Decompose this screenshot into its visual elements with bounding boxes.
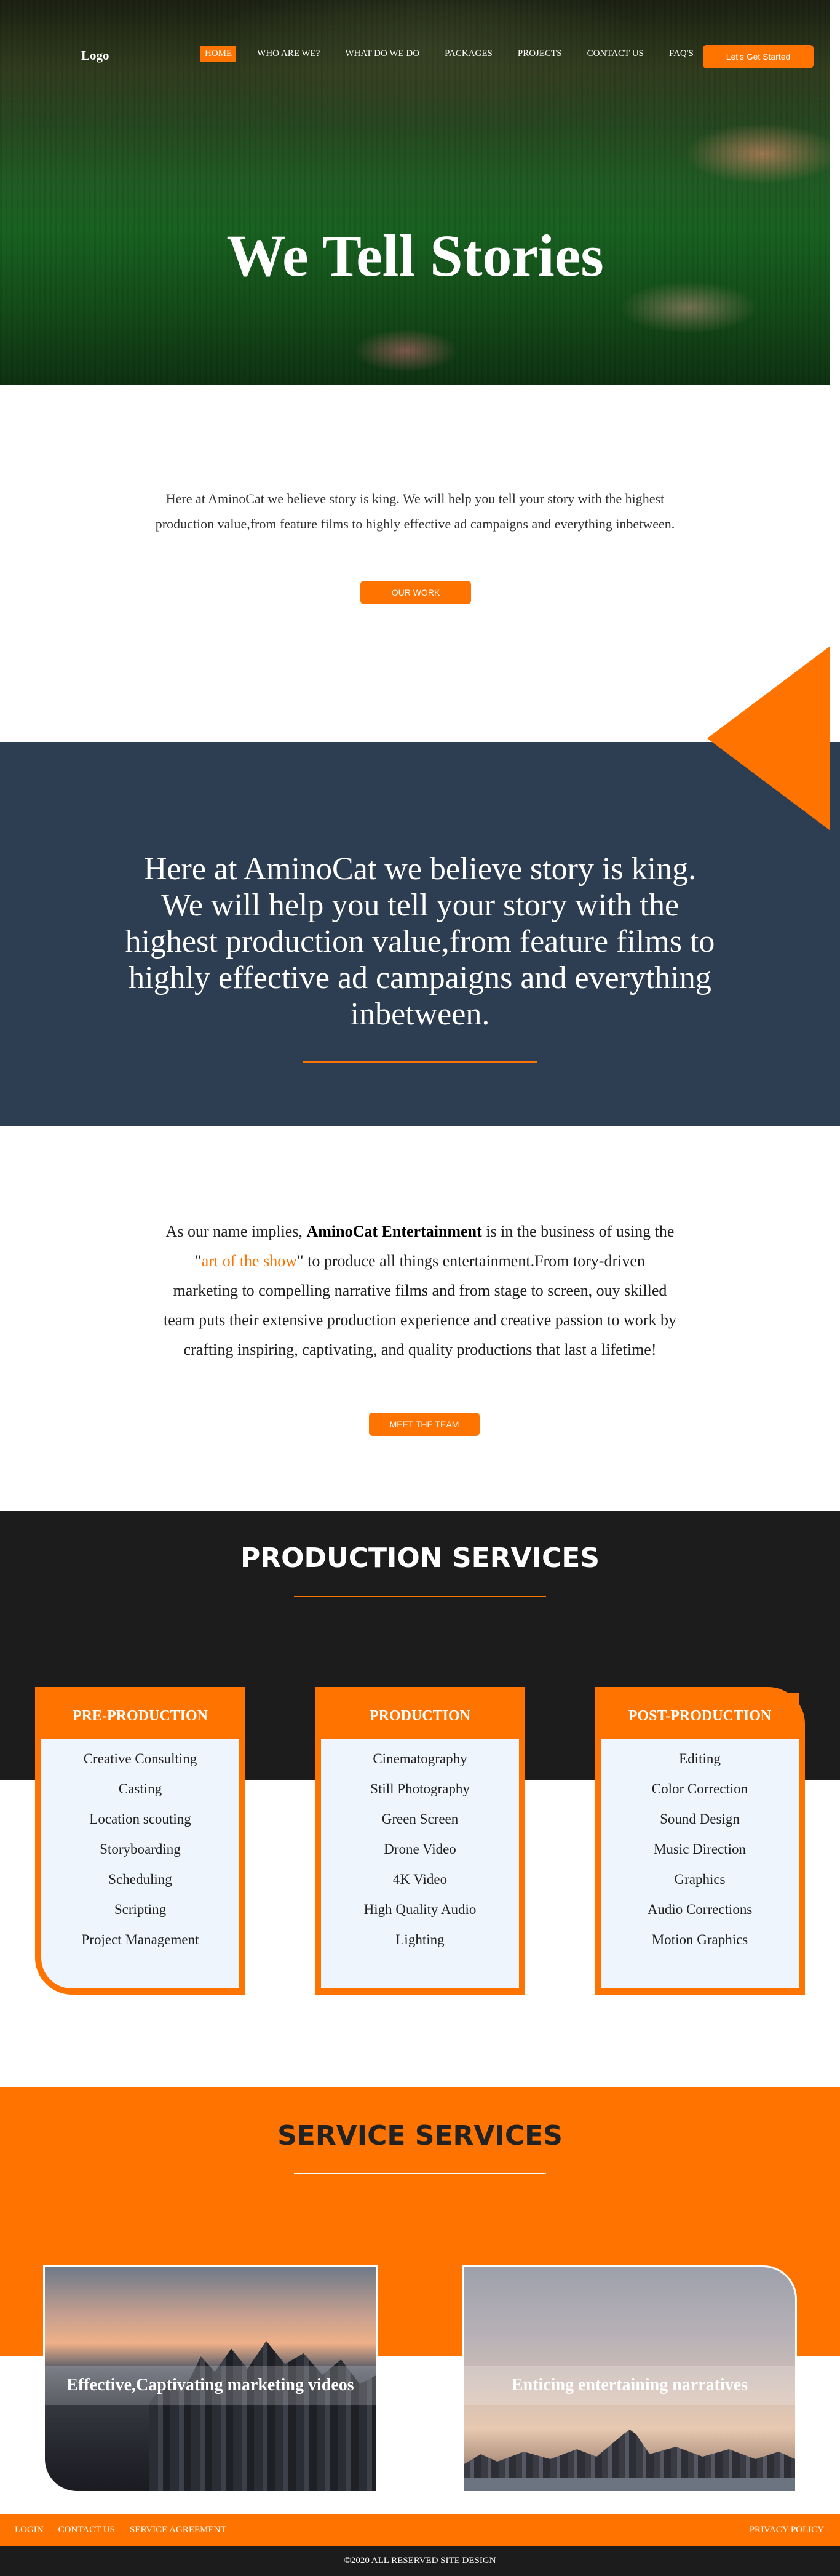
list-item: Editing	[679, 1751, 721, 1766]
list-item: Sound Design	[660, 1811, 740, 1827]
list-item: Scheduling	[108, 1872, 172, 1887]
list-item: Green Screen	[381, 1811, 459, 1827]
nav-contact-us[interactable]: CONTACT US	[583, 46, 648, 62]
nav-what-do-we-do[interactable]: WHAT DO WE DO	[341, 46, 424, 62]
copyright: ©2020 ALL RESERVED SITE DESIGN	[0, 2546, 840, 2576]
service-services-title: SERVICE SERVICES	[277, 2120, 563, 2151]
list-item: 4K Video	[392, 1872, 448, 1887]
hero-section: Logo HOME WHO ARE WE? WHAT DO WE DO PACK…	[0, 0, 830, 385]
list-item: Audio Corrections	[647, 1902, 753, 1917]
list-item: Motion Graphics	[651, 1932, 748, 1947]
production-divider	[294, 1596, 546, 1597]
footer-login-link[interactable]: LOGIN	[15, 2525, 44, 2535]
list-item: Casting	[118, 1781, 162, 1796]
nav-faqs[interactable]: FAQ'S	[665, 46, 698, 62]
meet-the-team-button[interactable]: MEET THE TEAM	[369, 1413, 480, 1436]
footer-contact-link[interactable]: CONTACT US	[58, 2525, 115, 2535]
our-work-button[interactable]: OUR WORK	[360, 581, 471, 604]
about-text: As our name implies, AminoCat Entertainm…	[161, 1217, 679, 1365]
list-item: High Quality Audio	[363, 1902, 477, 1917]
list-item: Creative Consulting	[83, 1751, 197, 1766]
list-item: Color Correction	[651, 1781, 748, 1796]
footer-service-agreement-link[interactable]: SERVICE AGREEMENT	[130, 2525, 226, 2535]
service-list: Creative Consulting Casting Location sco…	[41, 1739, 239, 1955]
marketing-videos-card[interactable]: Effective,Captivating marketing videos	[43, 2265, 378, 2493]
lets-get-started-button[interactable]: Let's Get Started	[703, 45, 814, 68]
list-item: Storyboarding	[100, 1841, 181, 1857]
company-name: AminoCat Entertainment	[306, 1222, 482, 1240]
service-list: Cinematography Still Photography Green S…	[321, 1739, 519, 1955]
nav-packages[interactable]: PACKAGES	[440, 46, 497, 62]
nav-who-are-we[interactable]: WHO ARE WE?	[253, 46, 324, 62]
main-nav: HOME WHO ARE WE? WHAT DO WE DO PACKAGES …	[200, 46, 715, 62]
list-item: Location scouting	[89, 1811, 191, 1827]
service-divider	[294, 2173, 546, 2174]
site-logo[interactable]: Logo	[81, 48, 109, 63]
narratives-card[interactable]: Enticing entertaining narratives	[462, 2265, 797, 2493]
service-card-pre-production: PRE-PRODUCTION Creative Consulting Casti…	[35, 1687, 245, 1995]
card-label: Effective,Captivating marketing videos	[45, 2366, 376, 2405]
nav-projects[interactable]: PROJECTS	[513, 46, 566, 62]
nav-home[interactable]: HOME	[200, 46, 237, 62]
service-card-post-production: POST-PRODUCTION Editing Color Correction…	[595, 1687, 805, 1995]
service-card-production: PRODUCTION Cinematography Still Photogra…	[315, 1687, 525, 1995]
list-item: Project Management	[81, 1932, 199, 1947]
service-list: Editing Color Correction Sound Design Mu…	[601, 1739, 799, 1955]
list-item: Music Direction	[653, 1841, 747, 1857]
list-item: Cinematography	[373, 1751, 467, 1766]
list-item: Still Photography	[370, 1781, 470, 1796]
quote-text: Here at AminoCat we believe story is kin…	[125, 851, 715, 1032]
about-highlight: art of the show	[201, 1252, 297, 1270]
list-item: Lighting	[395, 1932, 445, 1947]
footer-links-bar: LOGIN CONTACT US SERVICE AGREEMENT PRIVA…	[0, 2514, 840, 2546]
footer-privacy-link[interactable]: PRIVACY POLICY	[750, 2525, 824, 2535]
hero-title: We Tell Stories	[226, 223, 604, 289]
decorative-triangle	[707, 646, 830, 831]
list-item: Drone Video	[384, 1841, 456, 1857]
list-item: Scripting	[114, 1902, 167, 1917]
card-title: PRODUCTION	[321, 1693, 519, 1739]
card-label: Enticing entertaining narratives	[464, 2366, 795, 2405]
card-title: PRE-PRODUCTION	[41, 1693, 239, 1739]
list-item: Graphics	[674, 1872, 726, 1887]
intro-text: Here at AminoCat we believe story is kin…	[155, 491, 675, 532]
quote-divider	[303, 1061, 537, 1063]
card-title: POST-PRODUCTION	[601, 1693, 799, 1739]
production-services-title: PRODUCTION SERVICES	[240, 1542, 600, 1574]
about-text-part: As our name implies,	[165, 1222, 307, 1240]
